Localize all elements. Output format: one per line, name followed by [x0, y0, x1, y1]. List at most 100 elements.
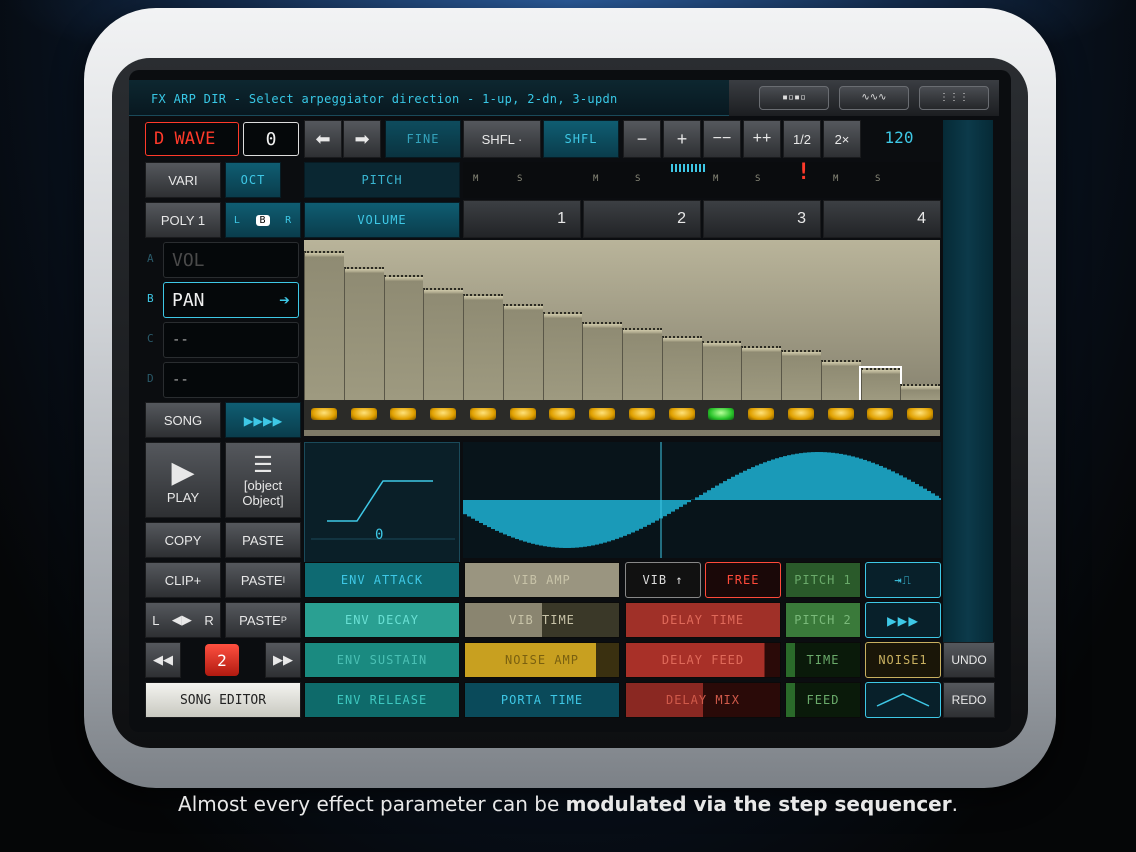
solo-1[interactable]: S — [517, 174, 522, 184]
shuffle-toggle[interactable]: SHFL — [543, 120, 619, 158]
play-button[interactable]: ▶ PLAY — [145, 442, 221, 518]
track-1-button[interactable]: 1 — [463, 200, 581, 238]
step-led[interactable] — [628, 408, 655, 420]
tempo-display[interactable]: 120 — [869, 128, 929, 152]
vib-amp-button[interactable]: VIB AMP — [464, 562, 620, 598]
minus-minus-button[interactable]: −− — [703, 120, 741, 158]
noise1-button[interactable]: NOISE1 — [865, 642, 941, 678]
noise-amp-button[interactable]: NOISE AMP — [464, 642, 620, 678]
envelope-shape-button[interactable] — [865, 682, 941, 718]
feed-button[interactable]: FEED — [785, 682, 861, 718]
delay-time-button[interactable]: DELAY TIME — [625, 602, 781, 638]
prev-pattern-button[interactable]: ◀◀ — [145, 642, 181, 678]
paste-button[interactable]: PASTE — [225, 522, 301, 558]
vib-up-button[interactable]: VIB ↑ — [625, 562, 701, 598]
wave-display[interactable]: D WAVE — [145, 122, 239, 156]
minus-button[interactable]: − — [623, 120, 661, 158]
vari-button[interactable]: VARI — [145, 162, 221, 198]
step-led[interactable] — [867, 408, 894, 420]
time-button[interactable]: TIME — [785, 642, 861, 678]
keyboard-view-button[interactable]: ▪▫▪▫ — [759, 86, 829, 110]
redo-button[interactable]: REDO — [943, 682, 995, 718]
step-bar[interactable] — [900, 384, 940, 400]
lr-pan-button[interactable]: L ◀▶ R — [145, 602, 221, 638]
env-attack-button[interactable]: ENV ATTACK — [304, 562, 460, 598]
step-led[interactable] — [827, 408, 854, 420]
mute-3[interactable]: M — [713, 174, 718, 184]
track-3-button[interactable]: 3 — [703, 200, 821, 238]
double-tempo-button[interactable]: 2× — [823, 120, 861, 158]
scroll-rail[interactable] — [943, 120, 993, 660]
volume-toggle[interactable]: VOLUME — [304, 202, 460, 238]
step-bar[interactable] — [741, 345, 781, 400]
slot-b-pan[interactable]: PAN ➔ — [163, 282, 299, 318]
env-decay-button[interactable]: ENV DECAY — [304, 602, 460, 638]
copy-button[interactable]: COPY — [145, 522, 221, 558]
step-bar[interactable] — [582, 321, 622, 400]
wave-value[interactable]: 0 — [243, 122, 299, 156]
step-led[interactable] — [589, 408, 616, 420]
step-bar[interactable] — [661, 336, 702, 400]
slot-d[interactable]: -- — [163, 362, 299, 398]
song-button[interactable]: SONG — [145, 402, 221, 438]
shuffle-button[interactable]: SHFL · — [463, 120, 541, 158]
step-bar[interactable] — [423, 288, 463, 400]
loop-button[interactable]: ⇥⎍ — [865, 562, 941, 598]
waveform-view-button[interactable]: ∿∿∿ — [839, 86, 909, 110]
step-bar[interactable] — [701, 340, 742, 400]
track-4-button[interactable]: 4 — [823, 200, 941, 238]
fx-button[interactable]: ☰ [object Object] — [225, 442, 301, 518]
track-2-button[interactable]: 2 — [583, 200, 701, 238]
step-led[interactable] — [310, 408, 337, 420]
fast-forward-toggle[interactable]: ▶▶▶▶ — [225, 402, 301, 438]
step-bar[interactable] — [542, 312, 583, 400]
lr-selector[interactable]: L B R — [225, 202, 301, 238]
grid-view-button[interactable]: ⋮⋮⋮ — [919, 86, 989, 110]
step-bar[interactable] — [858, 366, 903, 402]
step-led[interactable] — [350, 408, 377, 420]
paste-pattern-button[interactable]: PASTE P — [225, 602, 301, 638]
slot-a-vol[interactable]: VOL — [163, 242, 299, 278]
arp-forward-button[interactable]: ▶▶▶ — [865, 602, 941, 638]
poly-button[interactable]: POLY 1 — [145, 202, 221, 238]
oct-toggle[interactable]: OCT — [225, 162, 281, 198]
step-led[interactable] — [787, 408, 814, 420]
step-led[interactable] — [907, 408, 934, 420]
mute-4[interactable]: M — [833, 174, 838, 184]
mute-1[interactable]: M — [473, 174, 478, 184]
step-bar[interactable] — [820, 360, 861, 400]
step-led[interactable] — [748, 408, 775, 420]
step-bar[interactable] — [622, 328, 662, 400]
step-led[interactable] — [469, 408, 496, 420]
slot-c[interactable]: -- — [163, 322, 299, 358]
plus-button[interactable]: + — [663, 120, 701, 158]
step-bar[interactable] — [463, 294, 503, 400]
step-led[interactable] — [509, 408, 536, 420]
delay-feed-button[interactable]: DELAY FEED — [625, 642, 781, 678]
free-button[interactable]: FREE — [705, 562, 781, 598]
vib-time-button[interactable]: VIB TIME — [464, 602, 620, 638]
step-bar[interactable] — [304, 251, 344, 400]
pitch2-button[interactable]: PITCH 2 — [785, 602, 861, 638]
step-bar[interactable] — [502, 304, 543, 400]
step-led[interactable] — [430, 408, 457, 420]
lfo-waveform[interactable] — [463, 442, 943, 558]
step-led[interactable] — [668, 408, 695, 420]
step-led[interactable] — [549, 408, 576, 420]
paste-insert-button[interactable]: PASTE I — [225, 562, 301, 598]
step-bar[interactable] — [781, 350, 821, 400]
step-bar[interactable] — [383, 275, 424, 400]
step-bar[interactable] — [343, 267, 384, 400]
porta-time-button[interactable]: PORTA TIME — [464, 682, 620, 718]
solo-4[interactable]: S — [875, 174, 880, 184]
clip-button[interactable]: CLIP+ — [145, 562, 221, 598]
half-tempo-button[interactable]: 1/2 — [783, 120, 821, 158]
pitch1-button[interactable]: PITCH 1 — [785, 562, 861, 598]
left-arrow-button[interactable]: ⬅ — [304, 120, 342, 158]
right-arrow-button[interactable]: ➡ — [343, 120, 381, 158]
solo-3[interactable]: S — [755, 174, 760, 184]
delay-mix-button[interactable]: DELAY MIX — [625, 682, 781, 718]
song-editor-button[interactable]: SONG EDITOR — [145, 682, 301, 718]
plus-plus-button[interactable]: ++ — [743, 120, 781, 158]
pitch-toggle[interactable]: PITCH — [304, 162, 460, 198]
